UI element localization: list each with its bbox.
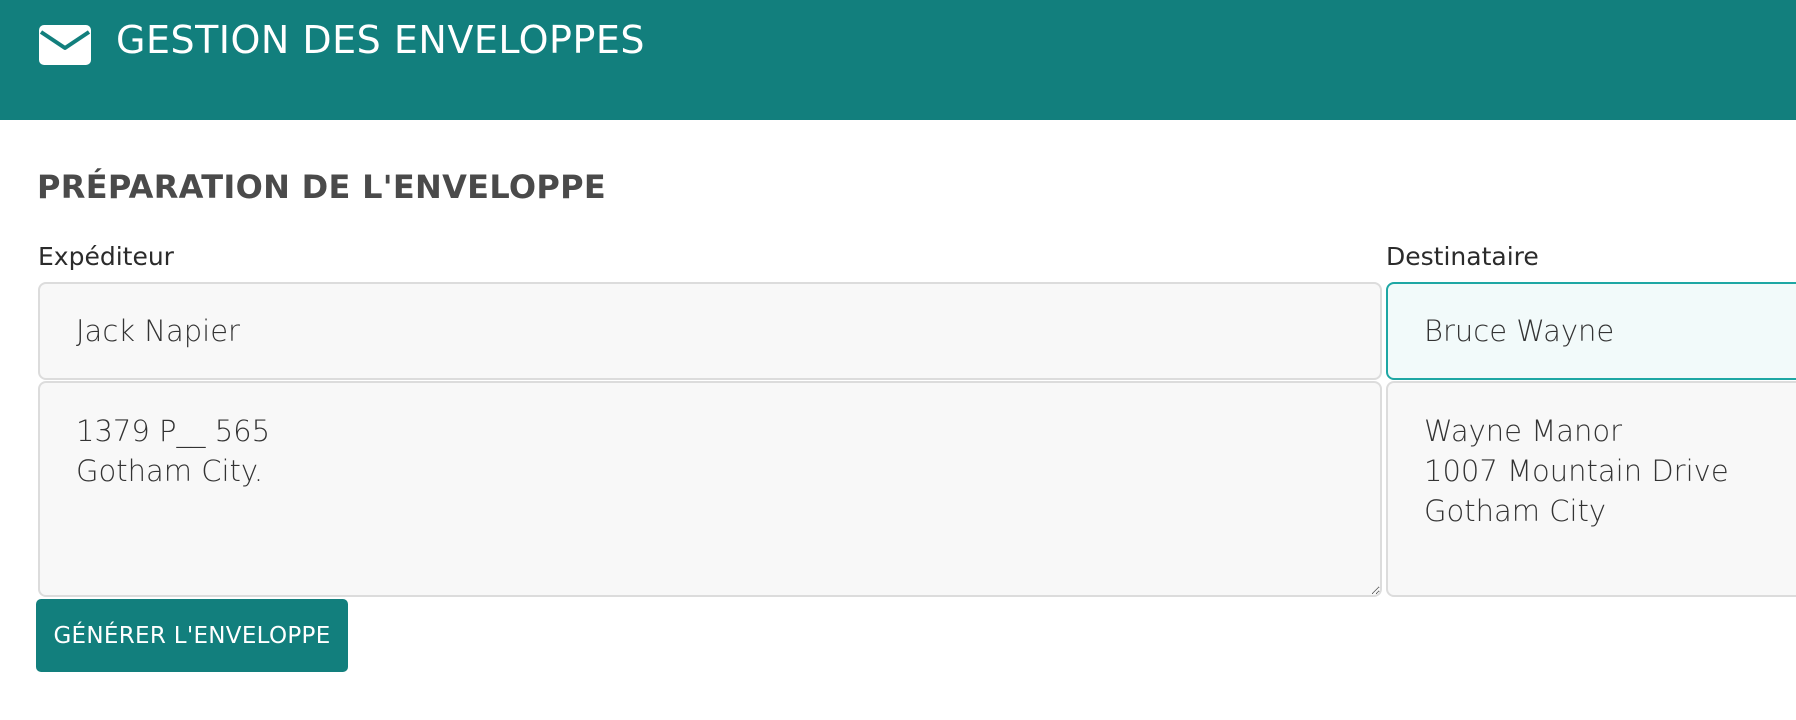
recipient-label: Destinataire	[1386, 242, 1539, 271]
section-title: PRÉPARATION DE L'ENVELOPPE	[37, 168, 607, 206]
envelope-icon	[39, 25, 91, 65]
sender-name-input[interactable]	[38, 282, 1382, 380]
sender-address-textarea[interactable]: 1379 P__ 565 Gotham City.	[38, 381, 1382, 597]
recipient-name-input[interactable]	[1386, 282, 1796, 380]
generate-envelope-button[interactable]: GÉNÉRER L'ENVELOPPE	[36, 599, 348, 672]
app-title: GESTION DES ENVELOPPES	[116, 18, 646, 62]
sender-label: Expéditeur	[38, 242, 174, 271]
top-bar: GESTION DES ENVELOPPES	[0, 0, 1796, 120]
recipient-address-textarea[interactable]: Wayne Manor 1007 Mountain Drive Gotham C…	[1386, 381, 1796, 597]
